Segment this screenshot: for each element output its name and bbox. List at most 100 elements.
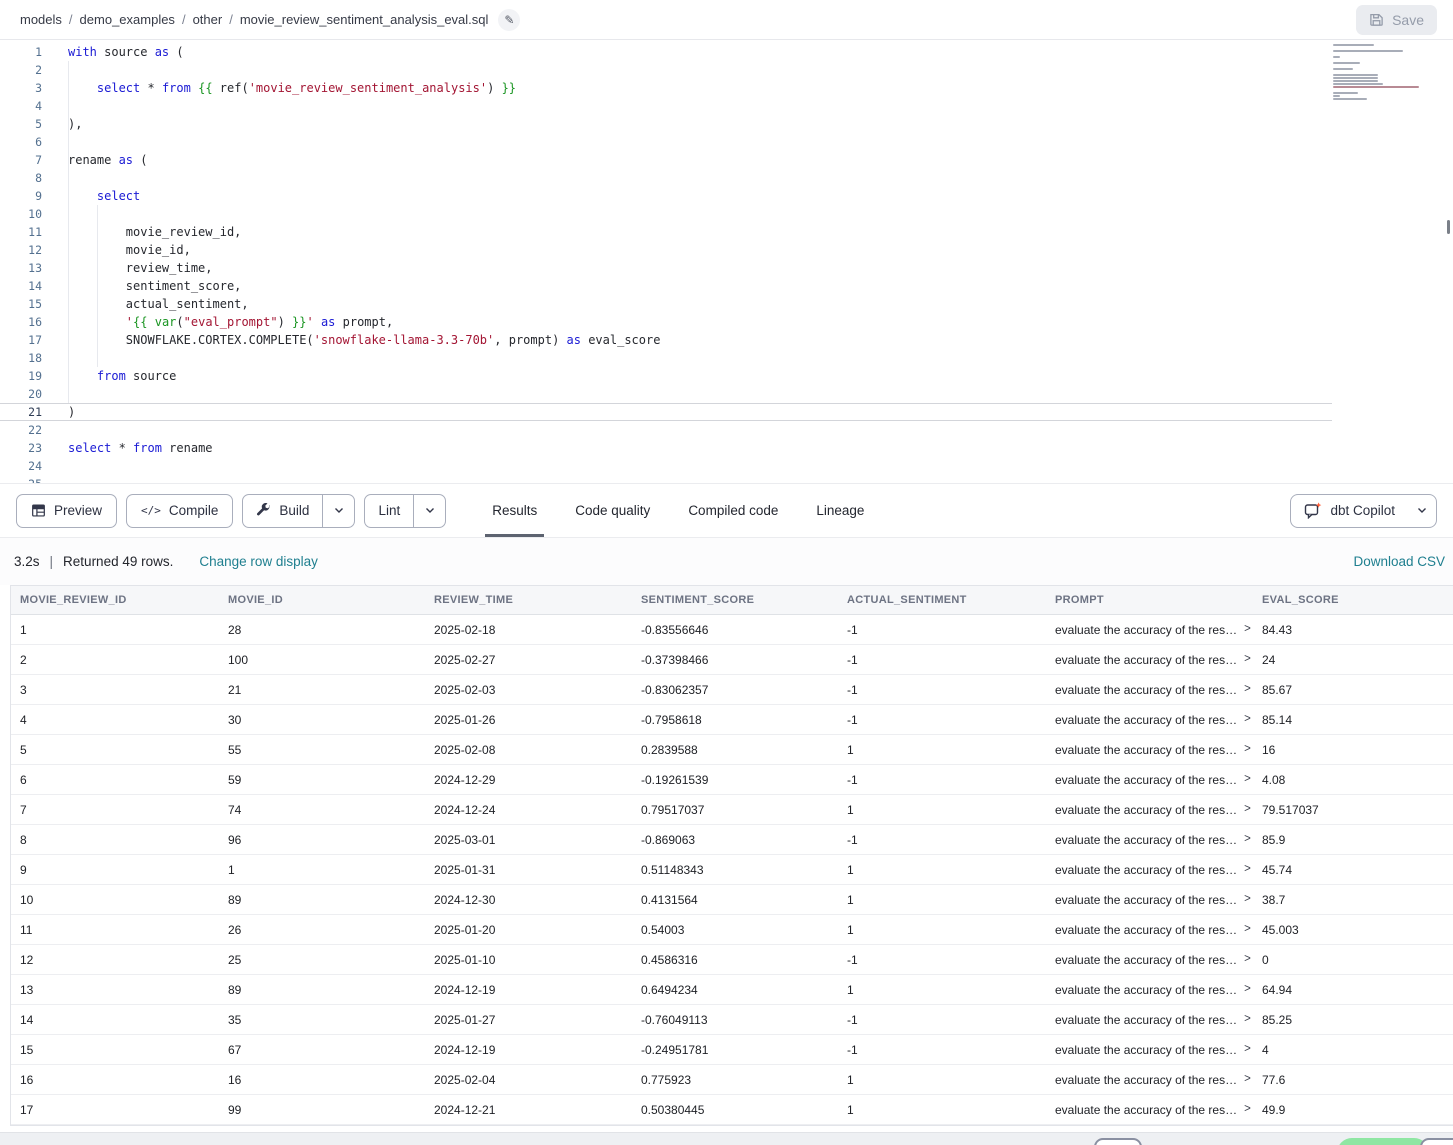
line-number: 6 [0,133,42,151]
table-cell: 35 [219,1013,425,1027]
line-number: 18 [0,349,42,367]
breadcrumb-separator: / [229,12,233,27]
code-line: 12 movie_id, [0,241,1332,259]
table-cell-prompt: evaluate the accuracy of the res…> [1046,713,1253,727]
table-cell: 1 [838,863,1046,877]
download-csv-link[interactable]: Download CSV [1353,554,1445,569]
code-line: 25 [0,475,1332,483]
expand-prompt-icon[interactable]: > [1244,1103,1251,1115]
build-button[interactable]: Build [243,495,322,527]
code-text: ) [42,404,75,420]
partial-button-small[interactable] [1094,1138,1142,1145]
table-cell-eval-score: 85.25 [1253,1013,1453,1027]
expand-prompt-icon[interactable]: > [1244,1013,1251,1025]
table-cell-eval-score: 38.7 [1253,893,1453,907]
save-button[interactable]: Save [1356,5,1437,35]
minimap[interactable] [1333,44,1445,96]
expand-prompt-icon[interactable]: > [1244,773,1251,785]
prompt-text: evaluate the accuracy of the res… [1055,773,1237,787]
column-header: PROMPT [1046,594,1253,606]
tab-results[interactable]: Results [492,484,537,537]
tab-compiled-code[interactable]: Compiled code [688,484,778,537]
expand-prompt-icon[interactable]: > [1244,743,1251,755]
table-cell: 96 [219,833,425,847]
table-cell-eval-score: 4 [1253,1043,1453,1057]
editor-scrollbar[interactable] [1447,220,1450,234]
table-cell-prompt: evaluate the accuracy of the res…> [1046,953,1253,967]
code-line: 22 [0,421,1332,439]
code-editor[interactable]: 1with source as (23 select * from {{ ref… [0,40,1453,483]
line-number: 22 [0,421,42,439]
expand-prompt-icon[interactable]: > [1244,803,1251,815]
expand-prompt-icon[interactable]: > [1244,1073,1251,1085]
column-header: SENTIMENT_SCORE [632,594,838,606]
table-cell: -1 [838,683,1046,697]
code-text [42,205,68,223]
expand-prompt-icon[interactable]: > [1244,833,1251,845]
partial-button-green[interactable] [1337,1138,1429,1145]
table-cell: 1 [838,803,1046,817]
tab-code-quality[interactable]: Code quality [575,484,650,537]
copilot-dropdown-chevron[interactable] [1408,495,1436,527]
expand-prompt-icon[interactable]: > [1244,683,1251,695]
line-number: 8 [0,169,42,187]
table-cell: 1 [11,623,219,637]
partial-button-right[interactable] [1420,1138,1453,1145]
breadcrumb-segment-models[interactable]: models [20,12,62,27]
table-cell: 2025-02-18 [425,623,632,637]
table-cell: 1 [838,893,1046,907]
table-cell-prompt: evaluate the accuracy of the res…> [1046,1013,1253,1027]
wrench-icon [256,503,271,518]
expand-prompt-icon[interactable]: > [1244,923,1251,935]
action-buttons: Preview </> Compile Build [16,484,446,537]
change-row-display-link[interactable]: Change row display [199,554,318,569]
table-cell: 89 [219,893,425,907]
table-cell-prompt: evaluate the accuracy of the res…> [1046,1043,1253,1057]
code-text: select * from rename [42,439,213,457]
tab-lineage[interactable]: Lineage [816,484,864,537]
expand-prompt-icon[interactable]: > [1244,953,1251,965]
code-text: actual_sentiment, [42,295,249,313]
code-line: 17 SNOWFLAKE.CORTEX.COMPLETE('snowflake-… [0,331,1332,349]
dbt-copilot-button[interactable]: dbt Copilot [1291,495,1408,527]
table-cell: 2025-01-27 [425,1013,632,1027]
column-header: REVIEW_TIME [425,594,632,606]
table-cell: 0.2839588 [632,743,838,757]
expand-prompt-icon[interactable]: > [1244,623,1251,635]
code-line: 8 [0,169,1332,187]
breadcrumb-segment-demo-examples[interactable]: demo_examples [80,12,175,27]
lint-dropdown-chevron[interactable] [413,495,445,527]
table-row: 6592024-12-29-0.19261539-1evaluate the a… [11,765,1453,795]
column-header: EVAL_SCORE [1253,594,1453,606]
build-dropdown-chevron[interactable] [322,495,354,527]
table-cell: -0.37398466 [632,653,838,667]
table-row: 10892024-12-300.41315641evaluate the acc… [11,885,1453,915]
table-icon [31,503,46,518]
status-divider: | [50,554,54,569]
table-cell: 1 [838,1103,1046,1117]
table-cell: 2024-12-21 [425,1103,632,1117]
copilot-label: dbt Copilot [1330,503,1395,518]
table-row: 4302025-01-26-0.7958618-1evaluate the ac… [11,705,1453,735]
expand-prompt-icon[interactable]: > [1244,893,1251,905]
lint-button[interactable]: Lint [365,495,413,527]
breadcrumb-segment-other[interactable]: other [193,12,223,27]
expand-prompt-icon[interactable]: > [1244,653,1251,665]
expand-prompt-icon[interactable]: > [1244,1043,1251,1055]
save-label: Save [1392,12,1424,28]
expand-prompt-icon[interactable]: > [1244,713,1251,725]
table-cell: 0.775923 [632,1073,838,1087]
edit-filename-icon[interactable]: ✎ [498,9,520,31]
table-cell: 2025-01-20 [425,923,632,937]
table-cell: -1 [838,773,1046,787]
table-cell-eval-score: 85.9 [1253,833,1453,847]
code-text [42,61,68,79]
compile-label: Compile [169,503,219,518]
preview-button[interactable]: Preview [16,494,117,528]
expand-prompt-icon[interactable]: > [1244,863,1251,875]
table-cell: 99 [219,1103,425,1117]
compile-button[interactable]: </> Compile [126,494,233,528]
table-row: 5552025-02-080.28395881evaluate the accu… [11,735,1453,765]
expand-prompt-icon[interactable]: > [1244,983,1251,995]
breadcrumb: models / demo_examples / other / movie_r… [20,12,488,27]
